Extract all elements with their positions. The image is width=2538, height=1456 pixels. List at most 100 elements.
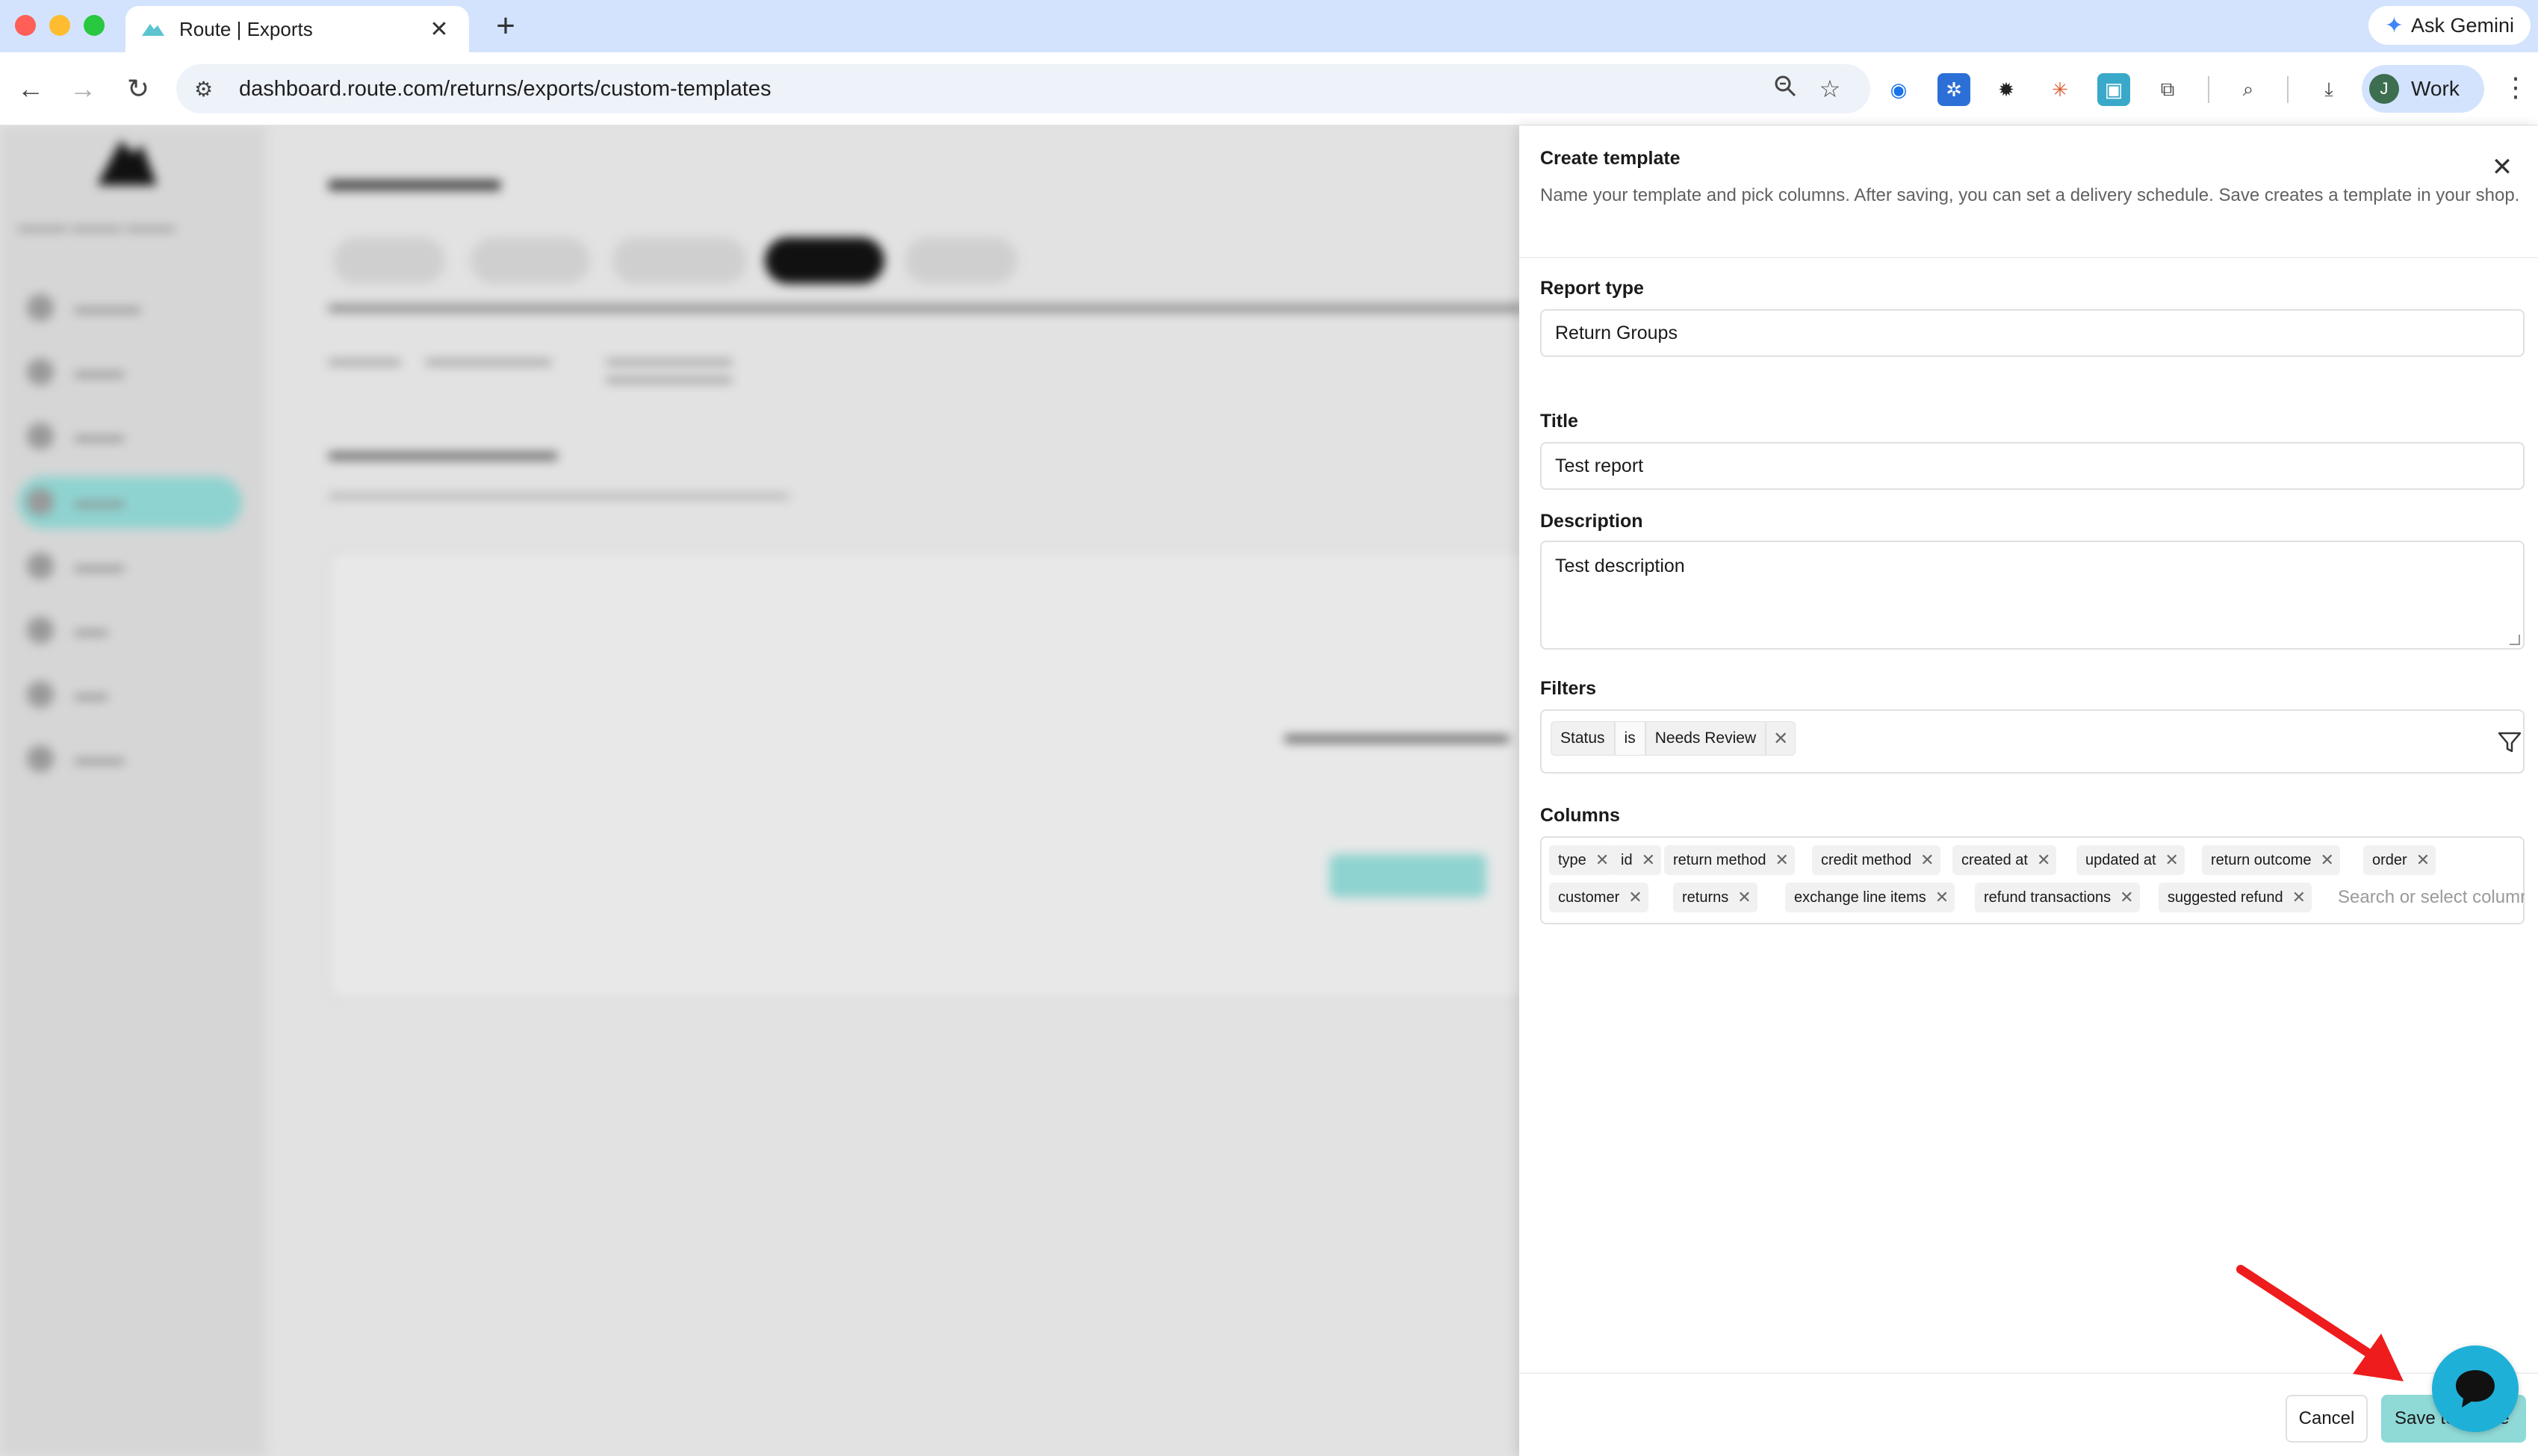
column-chip[interactable]: return method ✕ <box>1664 845 1795 875</box>
chip-remove-icon[interactable]: ✕ <box>1920 850 1934 870</box>
column-chip[interactable]: order ✕ <box>2363 845 2436 875</box>
filter-value: Needs Review <box>1645 721 1766 756</box>
extension-image-icon[interactable]: ▣ <box>2097 73 2130 106</box>
column-chip[interactable]: returns ✕ <box>1673 883 1757 912</box>
filter-field: Status <box>1551 721 1615 756</box>
column-chip-label: order <box>2372 851 2407 868</box>
site-settings-icon[interactable]: ⚙ <box>194 77 224 102</box>
chip-remove-icon[interactable]: ✕ <box>2037 850 2050 870</box>
bg-tab-pill <box>905 237 1017 284</box>
filters-box[interactable]: Status is Needs Review ✕ <box>1540 709 2525 774</box>
drawer-header-divider <box>1519 257 2538 258</box>
column-chip[interactable]: created at ✕ <box>1952 845 2057 875</box>
new-tab-button[interactable]: + <box>487 7 524 45</box>
column-chip[interactable]: credit method ✕ <box>1812 845 1940 875</box>
resize-handle-icon[interactable] <box>2510 635 2520 645</box>
forward-arrow-icon[interactable]: → <box>63 69 103 109</box>
chip-remove-icon[interactable]: ✕ <box>2292 888 2306 907</box>
ask-gemini-label: Ask Gemini <box>2410 13 2514 37</box>
column-chip-label: exchange line items <box>1794 889 1926 906</box>
column-chip-label: created at <box>1961 851 2028 868</box>
chip-remove-icon[interactable]: ✕ <box>2321 850 2334 870</box>
column-chip-label: return outcome <box>2211 851 2312 868</box>
bg-nav-item: ▬▬▬ <box>27 744 124 774</box>
column-chip[interactable]: exchange line items ✕ <box>1785 883 1955 912</box>
address-bar[interactable]: ⚙ dashboard.route.com/returns/exports/cu… <box>176 64 1870 113</box>
window-close-button[interactable] <box>15 15 36 36</box>
annotation-arrow-icon <box>2236 1265 2404 1381</box>
browser-menu-icon[interactable]: ⋮ <box>2501 72 2531 103</box>
tab-close-icon[interactable]: ✕ <box>424 16 454 43</box>
ask-gemini-button[interactable]: ✦ Ask Gemini <box>2368 6 2531 45</box>
bg-nav-item: ▬▬▬ <box>27 487 124 517</box>
chip-remove-icon[interactable]: ✕ <box>2416 850 2430 870</box>
chip-remove-icon[interactable]: ✕ <box>1595 850 1609 870</box>
back-arrow-icon[interactable]: ← <box>10 69 51 109</box>
chip-remove-icon[interactable]: ✕ <box>1628 888 1642 907</box>
chip-remove-icon[interactable]: ✕ <box>1775 850 1789 870</box>
extension-claude-icon[interactable]: ✳ <box>2044 73 2076 106</box>
window-maximize-button[interactable] <box>84 15 105 36</box>
bg-nav-item: ▬▬ <box>27 679 108 709</box>
bg-empty-title: ▬▬▬▬▬▬▬▬▬▬ <box>1285 723 1509 747</box>
cancel-button[interactable]: Cancel <box>2286 1395 2368 1443</box>
column-chip[interactable]: updated at ✕ <box>2076 845 2185 875</box>
close-icon[interactable]: ✕ <box>2486 151 2519 184</box>
columns-multiselect[interactable]: type ✕ id ✕ return method ✕ credit method ✕ … <box>1540 836 2525 924</box>
title-input[interactable]: Test report <box>1540 442 2525 490</box>
tab-search-icon[interactable]: ⌕ <box>2232 73 2265 106</box>
report-type-select[interactable]: Return Groups <box>1540 309 2525 357</box>
bg-divider <box>329 305 1519 312</box>
bg-subtab: ▬▬▬▬ <box>329 349 400 370</box>
column-chip[interactable]: id ✕ <box>1612 845 1662 875</box>
download-icon[interactable]: ⤓ <box>2312 73 2345 106</box>
bg-page-title: ▬▬▬▬▬ <box>329 159 500 198</box>
background-app-overlay[interactable]: ▬▬▬ ▬▬▬ ▬▬▬ ▬▬▬▬ ▬▬▬ ▬▬▬ ▬▬▬ ▬▬▬ ▬▬ ▬▬ ▬… <box>0 125 1519 1456</box>
bg-store-selector: ▬▬▬ ▬▬▬ ▬▬▬ <box>18 217 176 235</box>
filter-funnel-icon[interactable] <box>2496 729 2523 756</box>
description-textarea[interactable]: Test description <box>1540 541 2525 650</box>
url-text[interactable]: dashboard.route.com/returns/exports/cust… <box>239 77 1763 102</box>
blurred-app-content: ▬▬▬ ▬▬▬ ▬▬▬ ▬▬▬▬ ▬▬▬ ▬▬▬ ▬▬▬ ▬▬▬ ▬▬ ▬▬ ▬… <box>0 125 1519 1456</box>
window-minimize-button[interactable] <box>49 15 70 36</box>
filter-chip[interactable]: Status is Needs Review ✕ <box>1551 721 1796 756</box>
extensions-puzzle-icon[interactable]: ⧉ <box>2151 73 2184 106</box>
bg-nav-item: ▬▬▬ <box>27 357 124 387</box>
column-chip-label: customer <box>1558 889 1620 906</box>
column-chip-label: credit method <box>1821 851 1912 868</box>
bg-tab-pill <box>612 237 747 284</box>
column-chip[interactable]: suggested refund ✕ <box>2159 883 2312 912</box>
chat-bubble-icon <box>2456 1370 2495 1407</box>
chip-remove-icon[interactable]: ✕ <box>1737 888 1751 907</box>
bg-subtab: ▬▬▬▬▬▬▬ <box>426 349 551 370</box>
chat-widget-button[interactable] <box>2432 1345 2519 1432</box>
chip-remove-icon[interactable]: ✕ <box>2165 850 2179 870</box>
avatar: J <box>2369 74 2399 104</box>
route-logo-icon <box>142 24 164 36</box>
bg-sidebar: ▬▬▬ ▬▬▬ ▬▬▬ ▬▬▬▬ ▬▬▬ ▬▬▬ ▬▬▬ ▬▬▬ ▬▬ ▬▬ ▬… <box>0 125 266 1456</box>
extension-1password-icon[interactable]: ◉ <box>1882 73 1915 106</box>
columns-search-input[interactable] <box>2338 881 2525 914</box>
bg-section-title: ▬▬▬▬▬▬▬▬▬ <box>329 438 557 466</box>
chip-remove-icon[interactable]: ✕ <box>1935 888 1949 907</box>
bg-nav-item: ▬▬▬ <box>27 421 124 451</box>
column-chip[interactable]: customer ✕ <box>1549 883 1648 912</box>
extension-gear-icon[interactable]: ✹ <box>1990 73 2023 106</box>
column-chip[interactable]: type ✕ <box>1549 845 1616 875</box>
chip-remove-icon[interactable]: ✕ <box>1642 850 1655 870</box>
bg-subtab-active: ▬▬▬▬▬▬▬ <box>606 349 732 382</box>
bookmark-star-icon[interactable]: ☆ <box>1808 75 1852 103</box>
bg-create-button <box>1329 854 1486 897</box>
reload-icon[interactable]: ↻ <box>118 69 158 109</box>
profile-button[interactable]: J Work <box>2362 65 2484 113</box>
drawer-subtitle: Name your template and pick columns. Aft… <box>1540 185 2520 205</box>
browser-tab-route-exports[interactable]: Route | Exports ✕ <box>125 6 469 52</box>
bg-tab-pill-active <box>765 237 884 284</box>
filter-remove-icon[interactable]: ✕ <box>1766 721 1796 756</box>
extension-blue-icon[interactable]: ✲ <box>1937 73 1970 106</box>
chip-remove-icon[interactable]: ✕ <box>2120 888 2133 907</box>
column-chip[interactable]: return outcome ✕ <box>2202 845 2340 875</box>
column-chip[interactable]: refund transactions ✕ <box>1975 883 2140 912</box>
bg-empty-card <box>329 551 1519 999</box>
zoom-icon[interactable] <box>1763 75 1808 103</box>
